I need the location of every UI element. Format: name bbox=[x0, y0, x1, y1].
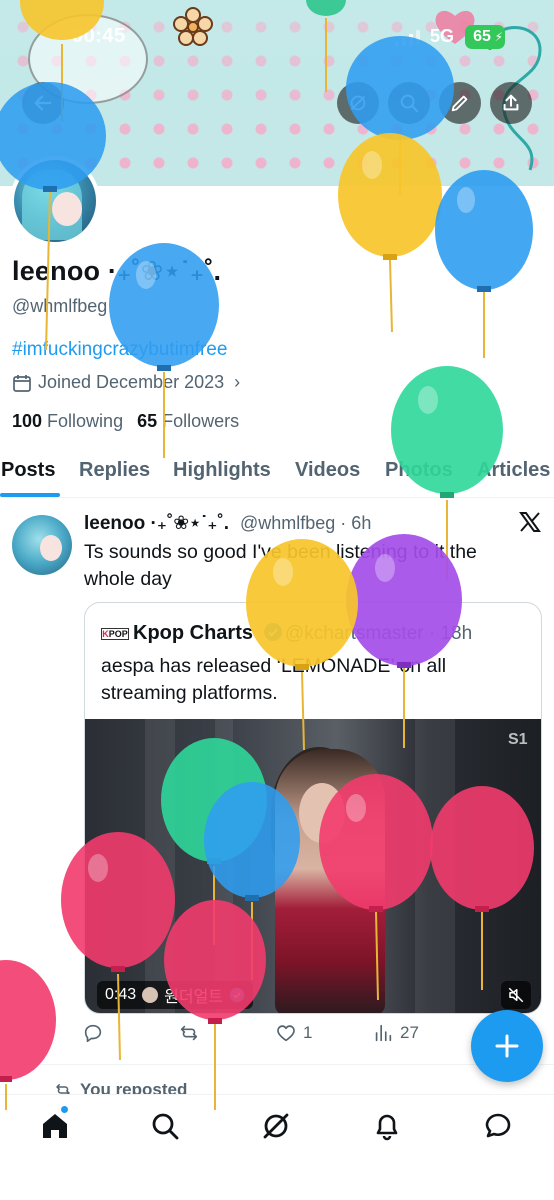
media-person-face bbox=[299, 783, 345, 843]
plus-icon bbox=[495, 1034, 519, 1058]
following-count: 100 bbox=[12, 411, 43, 431]
messages-icon bbox=[485, 1113, 511, 1138]
edit-icon bbox=[451, 95, 468, 112]
nav-home[interactable] bbox=[38, 1109, 72, 1143]
followers-label: Followers bbox=[162, 411, 240, 431]
display-name: leenoo ·₊˚❀⋆˙₊˚. bbox=[12, 256, 222, 286]
profile-avatar[interactable] bbox=[10, 156, 100, 246]
compose-post-button[interactable] bbox=[471, 1010, 543, 1082]
edit-profile-button[interactable] bbox=[439, 82, 481, 124]
repost-icon bbox=[180, 1025, 198, 1041]
like-button[interactable]: 1 bbox=[275, 1022, 312, 1044]
status-time: 00:45 bbox=[72, 25, 126, 47]
muted-speaker-icon bbox=[508, 987, 524, 1003]
avatar-face bbox=[40, 535, 62, 561]
tab-articles[interactable]: Articles bbox=[477, 459, 550, 482]
media-logo-icon: S1 bbox=[508, 731, 528, 748]
signal-icon bbox=[395, 30, 420, 46]
verified-badge-icon bbox=[263, 623, 282, 641]
post-meta: @whmlfbeg · 6h bbox=[240, 513, 372, 533]
mute-button[interactable] bbox=[501, 981, 531, 1009]
quote-text: aespa has released ‘LEMONADE’ on all str… bbox=[101, 655, 447, 704]
calendar-icon bbox=[13, 374, 31, 392]
nav-grok[interactable] bbox=[259, 1109, 293, 1143]
quote-author-logo: KPOP bbox=[101, 628, 129, 640]
followers-link[interactable]: 65 Followers bbox=[137, 411, 239, 432]
search-icon bbox=[400, 94, 419, 113]
nav-messages[interactable] bbox=[481, 1109, 515, 1143]
media-light-beam bbox=[145, 719, 175, 1013]
svg-text:S1: S1 bbox=[508, 731, 528, 748]
x-logo-icon bbox=[519, 512, 541, 532]
search-button[interactable] bbox=[388, 82, 430, 124]
grok-icon bbox=[263, 1113, 289, 1139]
battery-level: 65 bbox=[473, 28, 491, 45]
reply-icon bbox=[84, 1024, 102, 1043]
quote-author-name: Kpop Charts bbox=[133, 622, 283, 645]
nav-search[interactable] bbox=[148, 1109, 182, 1143]
repost-button[interactable] bbox=[178, 1022, 206, 1044]
back-button[interactable] bbox=[22, 82, 64, 124]
views-button[interactable]: 27 bbox=[372, 1022, 419, 1044]
joined-label: Joined December 2023 bbox=[38, 372, 225, 392]
share-icon bbox=[503, 94, 519, 111]
avatar-face bbox=[52, 192, 82, 226]
heart-icon bbox=[277, 1025, 295, 1042]
back-arrow-icon bbox=[34, 95, 52, 111]
profile-bio-hashtag[interactable]: #imfuckingcrazybutimfree bbox=[12, 339, 227, 361]
video-player[interactable]: S1 0:43 원더얼트 bbox=[85, 719, 541, 1013]
post-divider bbox=[0, 1064, 554, 1065]
tab-photos[interactable]: Photos bbox=[385, 459, 453, 482]
balloon bbox=[0, 960, 56, 1110]
video-duration: 0:43 원더얼트 bbox=[97, 981, 254, 1009]
quote-meta: @kchartsmaster · 18h bbox=[285, 623, 473, 644]
logo-word: POP bbox=[108, 629, 128, 639]
status-bar: 00:45 5G 65 ⚡ bbox=[0, 22, 554, 56]
follow-stats: 100 Following 65 Followers bbox=[12, 411, 239, 432]
view-count: 27 bbox=[400, 1023, 419, 1042]
grok-icon bbox=[350, 95, 366, 111]
charging-icon: ⚡ bbox=[494, 30, 503, 44]
home-icon bbox=[43, 1114, 67, 1138]
quote-author-label: Kpop Charts bbox=[133, 622, 253, 644]
post-text: Ts sounds so good I've been listening to… bbox=[84, 541, 477, 590]
tab-videos[interactable]: Videos bbox=[295, 459, 360, 482]
share-button[interactable] bbox=[490, 82, 532, 124]
following-link[interactable]: 100 Following bbox=[12, 411, 123, 432]
notification-dot bbox=[60, 1105, 69, 1114]
channel-name: 원더얼트 bbox=[164, 989, 224, 1006]
reply-button[interactable] bbox=[82, 1022, 110, 1044]
like-count: 1 bbox=[303, 1023, 313, 1042]
media-light-beam bbox=[415, 719, 455, 1013]
channel-avatar bbox=[142, 987, 159, 1003]
tab-highlights[interactable]: Highlights bbox=[173, 459, 271, 482]
active-tab-indicator bbox=[0, 493, 60, 497]
tab-posts[interactable]: Posts bbox=[1, 459, 55, 482]
verified-badge-icon bbox=[229, 987, 245, 1003]
following-label: Following bbox=[47, 411, 124, 431]
battery-indicator: 65 ⚡ bbox=[465, 25, 505, 49]
joined-date[interactable]: Joined December 2023 › bbox=[12, 372, 240, 393]
media-light-beam bbox=[215, 719, 233, 1013]
followers-count: 65 bbox=[137, 411, 158, 431]
grok-button[interactable] bbox=[337, 82, 379, 124]
views-chart-icon bbox=[375, 1024, 392, 1042]
chevron-right-icon: › bbox=[234, 372, 241, 392]
balloon bbox=[435, 170, 533, 358]
quoted-post[interactable]: KPOP Kpop Charts @kchartsmaster · 18h ae… bbox=[84, 602, 542, 1014]
network-label: 5G bbox=[430, 26, 455, 46]
tab-replies[interactable]: Replies bbox=[79, 459, 150, 482]
search-icon bbox=[152, 1113, 179, 1140]
post-author-name[interactable]: leenoo ·₊˚❀⋆˙₊˚. bbox=[84, 512, 229, 535]
nav-notifications[interactable] bbox=[370, 1109, 404, 1143]
post-author-avatar[interactable] bbox=[12, 515, 72, 575]
profile-handle: @whmlfbeg bbox=[12, 296, 108, 316]
profile-tabs: Posts Replies Highlights Videos Photos A… bbox=[0, 444, 554, 498]
video-time: 0:43 bbox=[105, 986, 137, 1003]
bottom-navigation bbox=[0, 1094, 554, 1200]
notifications-icon bbox=[376, 1114, 398, 1141]
